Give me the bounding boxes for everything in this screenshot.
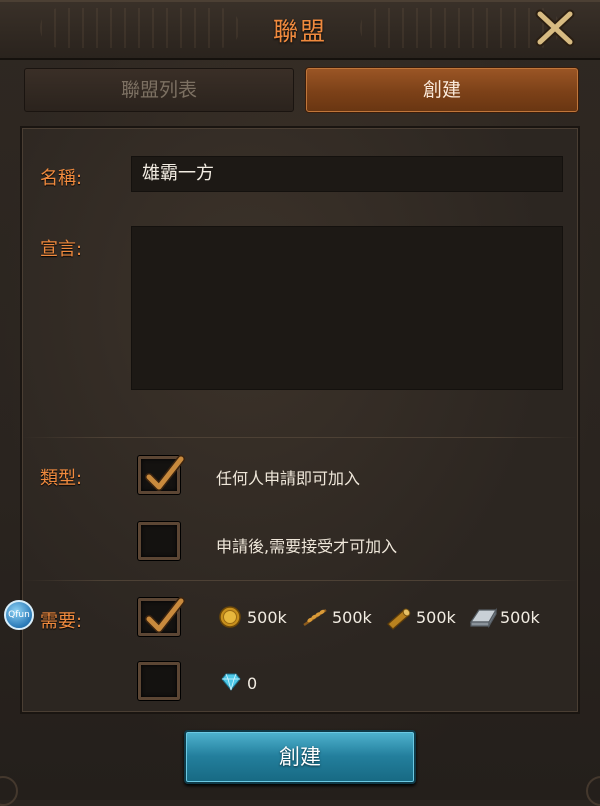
requirement-resources-checkbox[interactable] (138, 597, 185, 636)
gem-cost-value: 0 (247, 674, 258, 693)
declaration-label: 宣言: (40, 239, 83, 260)
type-approval-checkbox[interactable] (138, 522, 180, 560)
window-title: 聯盟 (272, 17, 327, 46)
requirement-label: 需要: (40, 611, 83, 632)
close-icon (535, 9, 575, 47)
type-open-text: 任何人申請即可加入 (216, 469, 361, 488)
checkmark-icon (145, 597, 185, 633)
diamond-gem-icon (221, 673, 241, 691)
create-alliance-button[interactable]: 創建 (184, 730, 416, 784)
requirement-gems-checkbox[interactable] (138, 662, 180, 700)
wood-log-icon (387, 608, 411, 630)
gold-coin-icon (219, 606, 241, 628)
tab-alliance-list[interactable]: 聯盟列表 (24, 68, 294, 112)
name-label: 名稱: (40, 168, 83, 189)
wheat-food-icon (303, 608, 327, 627)
side-badge[interactable]: Qfun (4, 600, 34, 630)
alliance-name-input[interactable]: 雄霸一方 (131, 156, 563, 192)
declaration-textarea[interactable] (131, 226, 563, 390)
tab-create[interactable]: 創建 (306, 68, 578, 112)
type-approval-text: 申請後,需要接受才可加入 (216, 537, 398, 556)
divider (22, 580, 578, 581)
close-button[interactable] (530, 6, 580, 50)
type-label: 類型: (40, 468, 83, 489)
checkmark-icon (145, 455, 185, 491)
food-cost-value: 500k (332, 608, 372, 627)
type-open-checkbox[interactable] (138, 455, 185, 494)
gold-cost-value: 500k (247, 608, 287, 627)
divider (22, 437, 578, 438)
iron-cost-value: 500k (500, 608, 540, 627)
wood-cost-value: 500k (416, 608, 456, 627)
iron-ingot-icon (469, 607, 498, 629)
